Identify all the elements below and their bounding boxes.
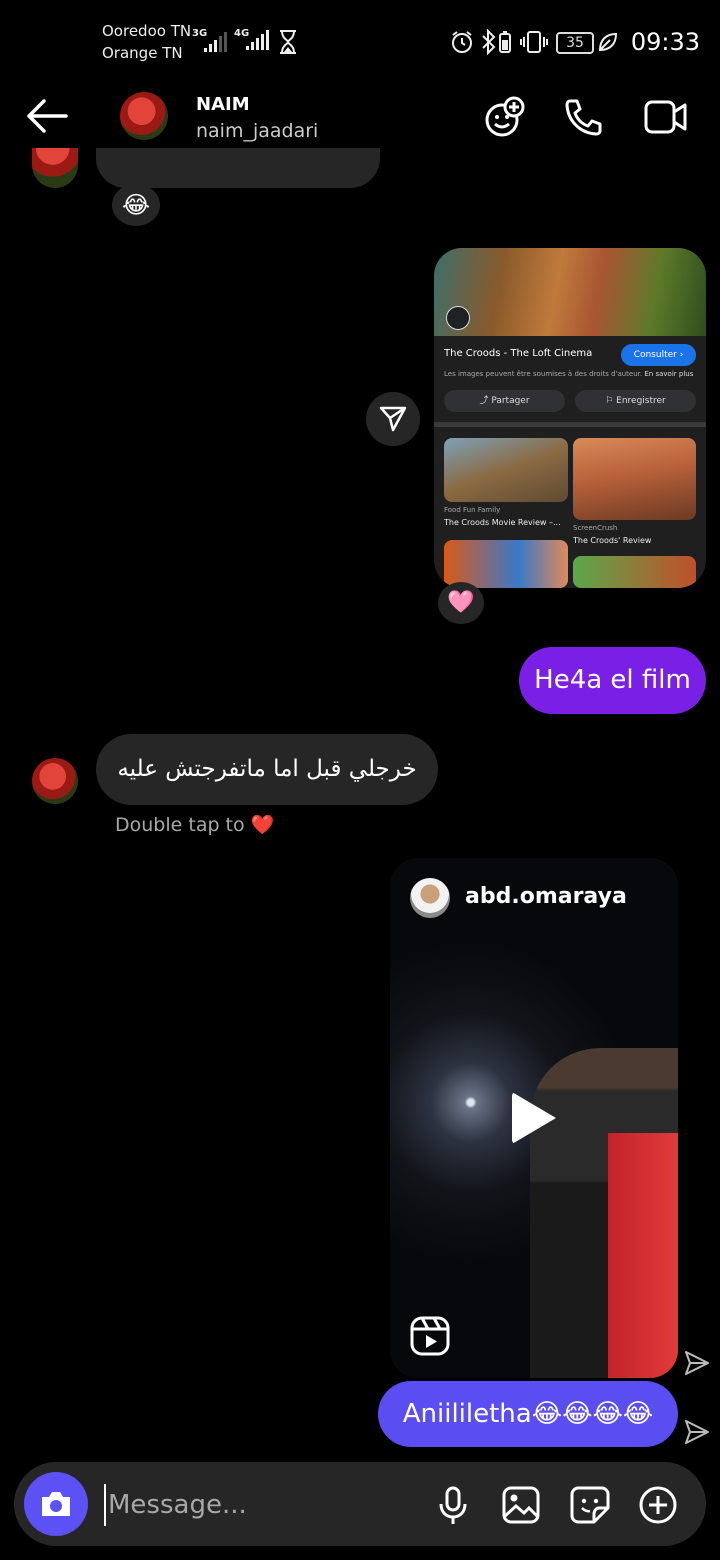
card-divider [434, 422, 706, 427]
reel-author-username[interactable]: abd.omaraya [465, 884, 627, 909]
contact-name[interactable]: NAIM [196, 94, 250, 115]
carrier-1: Ooredoo TN [102, 22, 192, 40]
forward-button[interactable] [366, 392, 420, 446]
card-title: The Croods - The Loft Cinema [444, 348, 593, 359]
carrier-2: Orange TN [102, 44, 183, 62]
copyright-note: Les images peuvent être soumises à des d… [444, 370, 693, 378]
thumbnail-3[interactable] [444, 540, 568, 588]
battery-saver-icon [499, 31, 511, 53]
bluetooth-icon [482, 29, 496, 55]
microphone-icon[interactable] [438, 1486, 468, 1526]
thumbnail-4[interactable] [573, 556, 696, 588]
received-message-bubble[interactable] [96, 148, 380, 188]
heart-icon: ❤️ [250, 814, 275, 836]
thumbnail-1-source: Food Fun Family [444, 506, 501, 514]
sent-message-bubble[interactable]: Aniililetha😂😂😂😂 [378, 1381, 678, 1447]
sticker-add-icon[interactable] [482, 96, 526, 138]
save-label: Enregistrer [616, 396, 666, 406]
video-call-icon[interactable] [644, 100, 688, 134]
back-arrow-icon[interactable] [26, 98, 68, 134]
camera-button[interactable] [24, 1472, 88, 1536]
contact-username[interactable]: naim_jaadari [196, 120, 318, 142]
signal-icon-2 [246, 30, 271, 50]
consult-button[interactable]: Consulter › [621, 344, 696, 366]
clock: 09:33 [630, 28, 700, 56]
thumbnail-2-caption[interactable]: The Croods' Review [573, 536, 651, 545]
signal-icon-1 [204, 32, 229, 52]
battery-indicator: 35 [556, 32, 594, 54]
phone-call-icon[interactable] [564, 98, 604, 136]
send-icon [379, 406, 407, 432]
add-icon[interactable] [638, 1485, 678, 1525]
gallery-icon[interactable] [502, 1486, 540, 1524]
share-label: Partager [491, 396, 530, 406]
leaf-icon [598, 32, 618, 52]
sticker-icon[interactable] [570, 1486, 610, 1524]
thumbnail-1-caption[interactable]: The Croods Movie Review –... [444, 518, 561, 527]
reel-red-jacket [608, 1133, 678, 1378]
vibrate-icon [520, 31, 548, 53]
contact-avatar[interactable] [120, 92, 168, 140]
sent-message-bubble[interactable]: He4a el film [519, 647, 706, 714]
card-reaction[interactable]: 🩷 [438, 582, 484, 624]
lens-icon [446, 306, 470, 330]
contact-avatar-small[interactable] [32, 758, 78, 804]
message-input[interactable] [104, 1484, 410, 1526]
copyright-text: Les images peuvent être soumises à des d… [444, 370, 643, 378]
camera-icon [42, 1492, 70, 1516]
alarm-icon [452, 31, 472, 53]
shared-search-card[interactable]: The Croods - The Loft Cinema Consulter ›… [434, 248, 706, 588]
learn-more-link[interactable]: En savoir plus [644, 370, 693, 378]
reels-icon [410, 1316, 450, 1356]
received-message-bubble[interactable]: خرجلي قبل اما ماتفرجتش عليه [96, 734, 438, 805]
thumbnail-2[interactable] [573, 438, 696, 520]
send-icon[interactable] [684, 1419, 710, 1445]
reaction-chip[interactable]: 😂 [112, 184, 160, 226]
play-icon[interactable] [512, 1092, 556, 1144]
send-icon[interactable] [684, 1350, 710, 1376]
contact-avatar-small[interactable] [32, 148, 78, 188]
hourglass-icon [280, 30, 296, 54]
thumbnail-2-source: ScreenCrush [573, 524, 618, 532]
double-tap-text: Double tap to [115, 814, 245, 836]
double-tap-hint: Double tap to ❤️ [115, 813, 274, 836]
reel-author-avatar[interactable] [410, 878, 450, 918]
thumbnail-1[interactable] [444, 438, 568, 502]
save-button[interactable]: ⚐ Enregistrer [575, 390, 696, 412]
share-button[interactable]: ⤴ Partager [444, 390, 565, 412]
movie-banner-image [434, 248, 706, 336]
